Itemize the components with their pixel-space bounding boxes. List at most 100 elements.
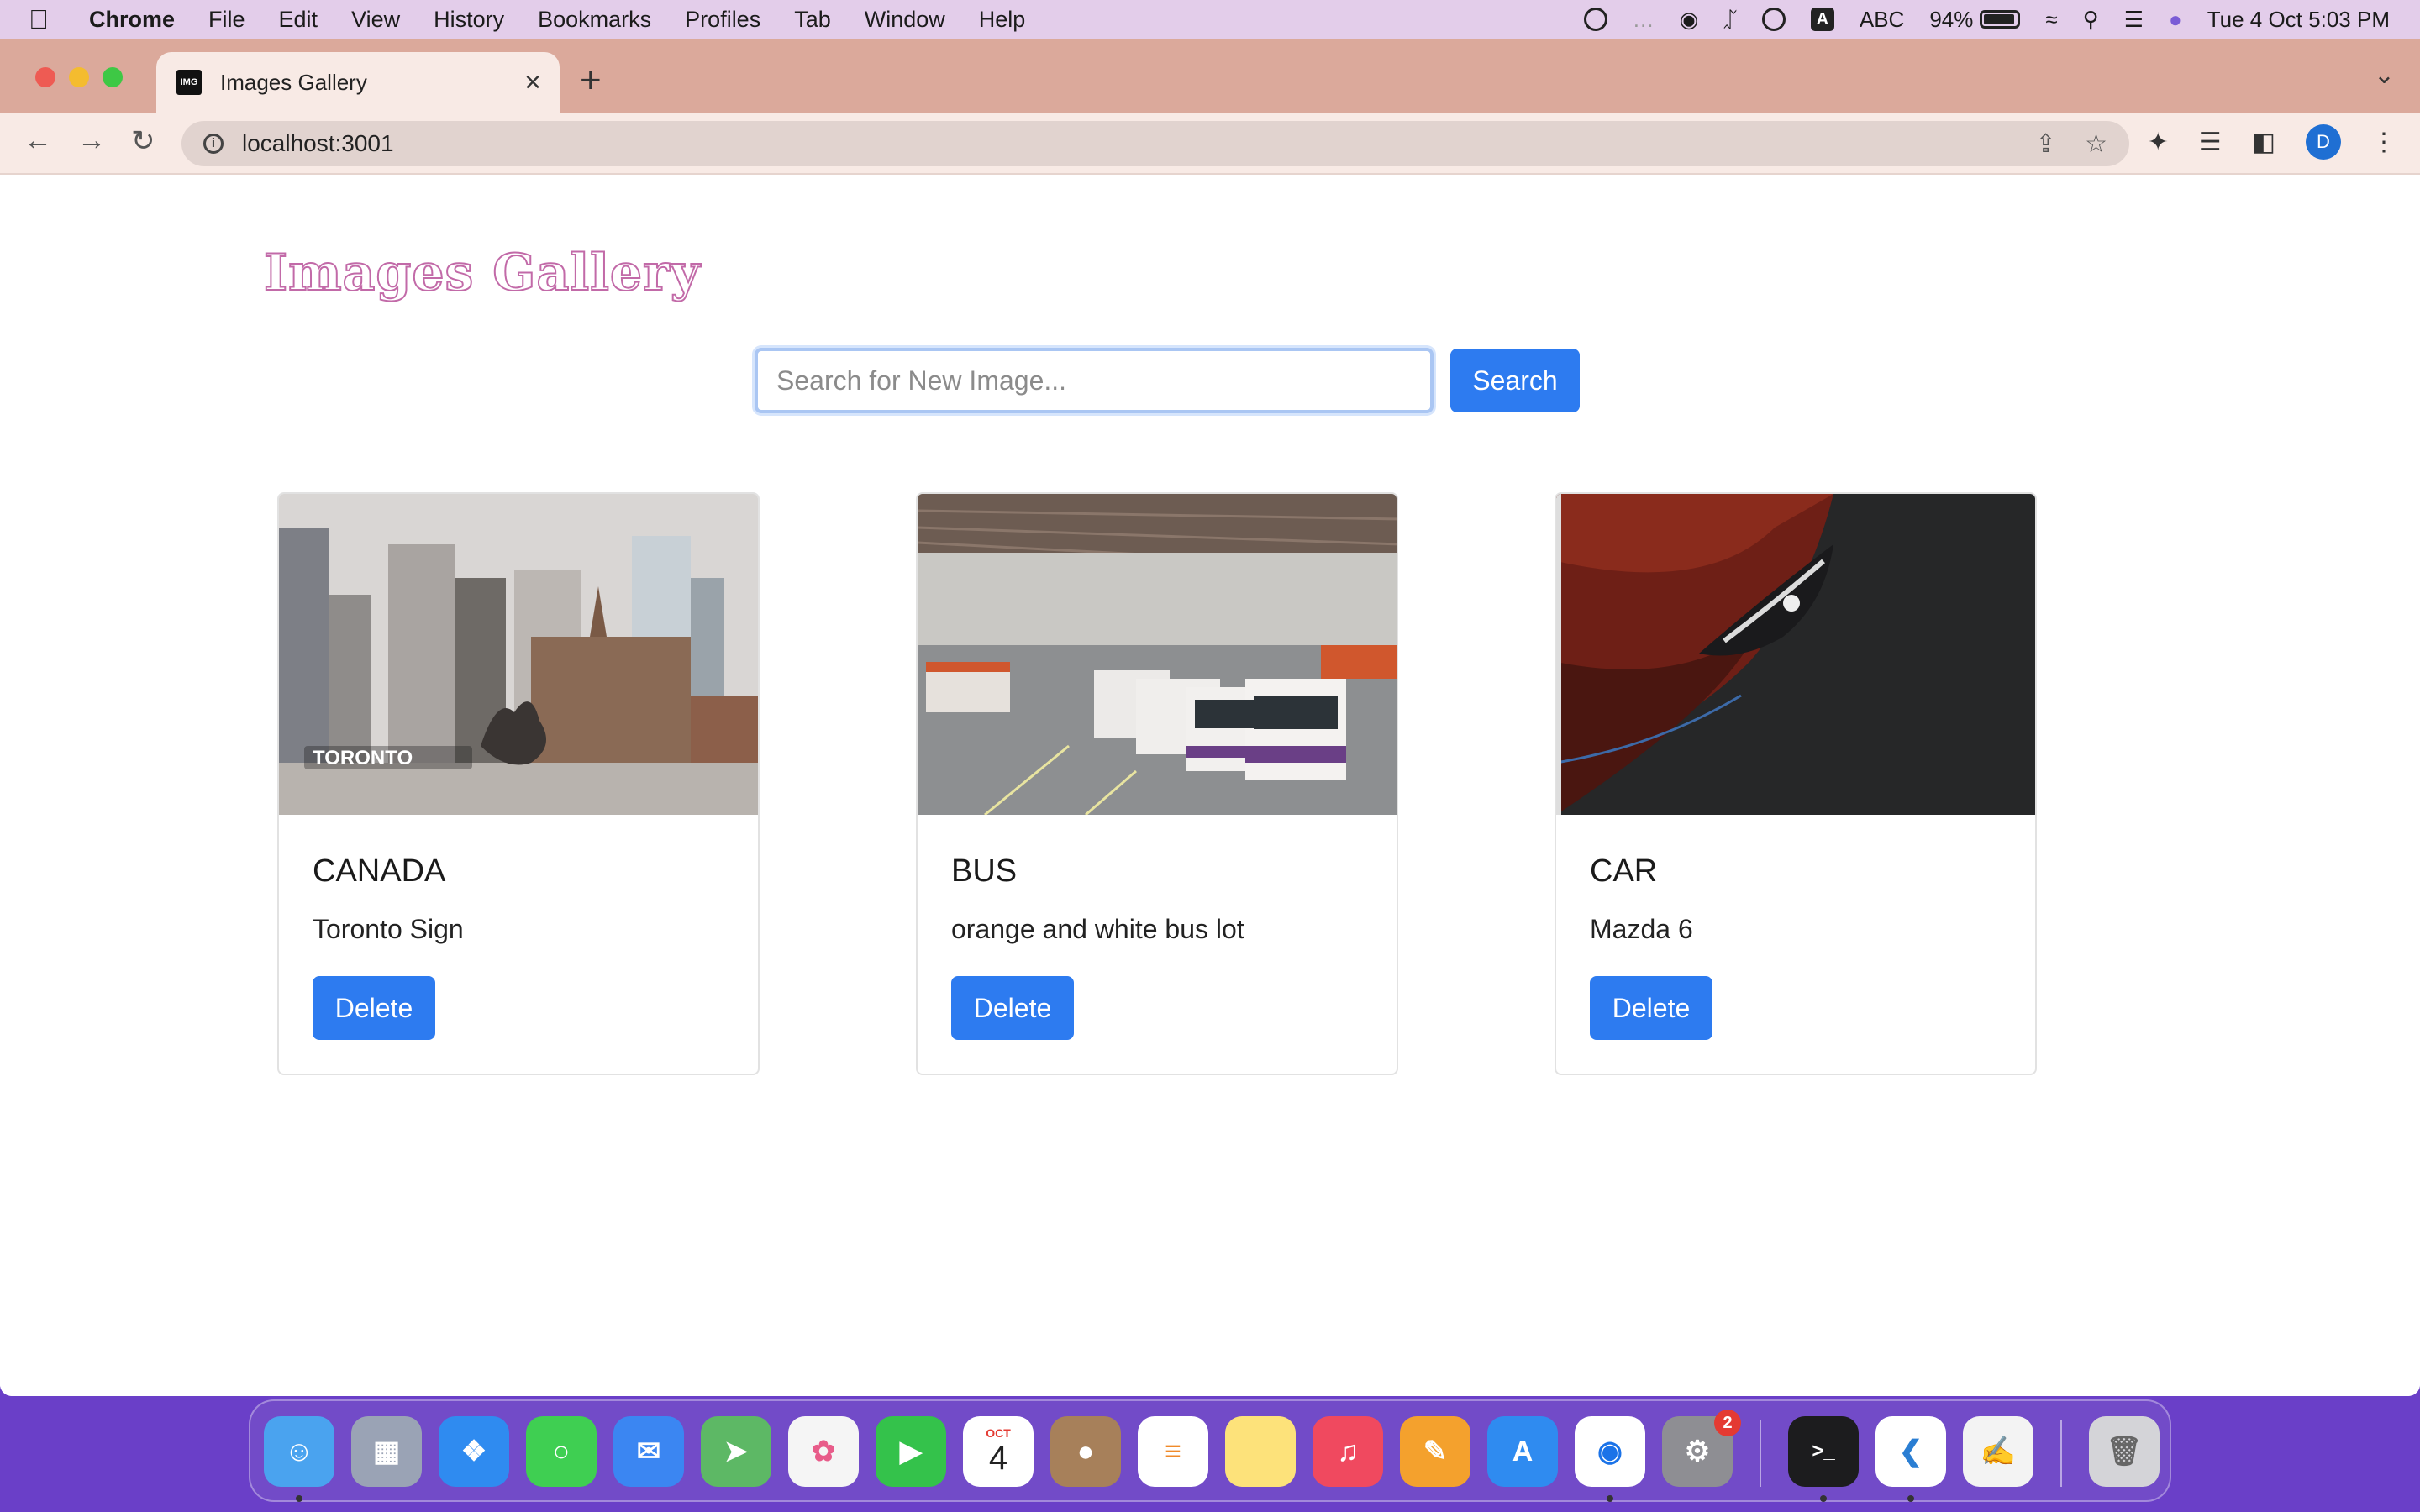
- close-window-button[interactable]: [35, 67, 55, 87]
- menu-file[interactable]: File: [208, 7, 245, 33]
- menu-view[interactable]: View: [351, 7, 400, 33]
- facetime-icon[interactable]: ▶: [876, 1416, 946, 1487]
- screen-sharing-icon[interactable]: …: [1633, 7, 1655, 33]
- bluetooth-icon[interactable]: ᛢ: [1723, 7, 1737, 33]
- spotlight-search-icon[interactable]: ⚲: [2083, 7, 2099, 33]
- page-content: Images Gallery Search for New Image... S…: [0, 175, 2420, 1396]
- calendar-month: OCT: [986, 1425, 1011, 1440]
- safari-icon[interactable]: ❖: [439, 1416, 509, 1487]
- delete-button[interactable]: Delete: [313, 976, 435, 1040]
- address-bar[interactable]: i localhost:3001 ⇪ ☆: [182, 121, 2129, 166]
- omnibox-actions: ⇪ ☆: [2035, 129, 2107, 159]
- card-title: BUS: [951, 853, 1018, 889]
- card-image-bus: [918, 494, 1397, 815]
- favicon-icon: IMG: [176, 70, 202, 95]
- search-form: Search: [755, 348, 1580, 413]
- address-url[interactable]: localhost:3001: [242, 130, 394, 157]
- photos-icon[interactable]: ✿: [788, 1416, 859, 1487]
- delete-button[interactable]: Delete: [951, 976, 1074, 1040]
- battery-fill: [1984, 14, 2014, 24]
- apple-menu-icon[interactable]: : [29, 4, 62, 35]
- vscode-icon[interactable]: ❮: [1876, 1416, 1946, 1487]
- reload-icon[interactable]: ↻: [131, 124, 155, 158]
- airdrop-icon[interactable]: ◉: [1680, 7, 1699, 33]
- music-icon[interactable]: ♫: [1313, 1416, 1383, 1487]
- control-center-icon[interactable]: ☰: [2124, 7, 2144, 33]
- back-icon[interactable]: ←: [24, 124, 52, 157]
- site-info-icon[interactable]: i: [203, 134, 224, 154]
- tab-images-gallery[interactable]: IMG Images Gallery ×: [156, 52, 560, 113]
- site-logo[interactable]: Images Gallery: [263, 243, 701, 303]
- clock[interactable]: Tue 4 Oct 5:03 PM: [2207, 7, 2390, 33]
- search-input[interactable]: [755, 348, 1434, 413]
- bus-photo: [918, 494, 1397, 815]
- calendar-icon[interactable]: OCT 4: [963, 1416, 1034, 1487]
- user-account-icon[interactable]: [1761, 8, 1786, 31]
- toronto-photo: TORONTO: [279, 494, 758, 815]
- input-source-icon[interactable]: A: [1810, 8, 1834, 31]
- delete-button[interactable]: Delete: [1590, 976, 1712, 1040]
- search-button[interactable]: Search: [1450, 349, 1580, 412]
- terminal-running-indicator: [1820, 1495, 1827, 1502]
- launchpad-icon[interactable]: ▦: [351, 1416, 422, 1487]
- battery-icon: [1980, 10, 2021, 29]
- chrome-icon[interactable]: ◉: [1575, 1416, 1645, 1487]
- notification-badge: 2: [1714, 1410, 1741, 1436]
- profile-avatar[interactable]: D: [2306, 124, 2341, 160]
- menu-edit[interactable]: Edit: [279, 7, 318, 33]
- menu-profiles[interactable]: Profiles: [685, 7, 760, 33]
- vscode-running-indicator: [1907, 1495, 1914, 1502]
- contacts-icon[interactable]: ●: [1050, 1416, 1121, 1487]
- menu-app-name[interactable]: Chrome: [89, 7, 175, 33]
- menu-tab[interactable]: Tab: [794, 7, 831, 33]
- app-store-icon[interactable]: A: [1487, 1416, 1558, 1487]
- new-tab-button[interactable]: +: [580, 60, 602, 101]
- pages-icon[interactable]: ✎: [1400, 1416, 1470, 1487]
- terminal-icon[interactable]: >_: [1788, 1416, 1859, 1487]
- maps-icon[interactable]: ➤: [701, 1416, 771, 1487]
- battery-status[interactable]: 94%: [1929, 6, 2021, 33]
- media-control-icon[interactable]: [1583, 8, 1607, 31]
- image-card-bus: BUS orange and white bus lot Delete: [916, 492, 1398, 1075]
- menu-bar:  Chrome File Edit View History Bookmark…: [0, 0, 2420, 39]
- side-panel-icon[interactable]: ◧: [2252, 128, 2275, 157]
- image-card-car: CAR Mazda 6 Delete: [1555, 492, 2037, 1075]
- tab-close-icon[interactable]: ×: [524, 66, 541, 99]
- reminders-icon[interactable]: ≡: [1138, 1416, 1208, 1487]
- messages-icon[interactable]: ○: [526, 1416, 597, 1487]
- mail-icon[interactable]: ✉: [613, 1416, 684, 1487]
- extensions-puzzle-icon[interactable]: ✦: [2148, 128, 2169, 157]
- reading-list-icon[interactable]: ☰: [2199, 128, 2222, 157]
- card-image-toronto: TORONTO: [279, 494, 758, 815]
- minimize-window-button[interactable]: [69, 67, 89, 87]
- battery-percent: 94%: [1929, 6, 1974, 32]
- input-source-label[interactable]: ABC: [1860, 7, 1904, 33]
- menu-help[interactable]: Help: [979, 7, 1026, 33]
- finder-running-indicator: [296, 1495, 302, 1502]
- card-description: Toronto Sign: [313, 914, 464, 944]
- siri-icon[interactable]: ●: [2169, 7, 2182, 33]
- system-settings-icon[interactable]: ⚙ 2: [1662, 1410, 1741, 1487]
- share-icon[interactable]: ⇪: [2035, 129, 2056, 159]
- car-photo: [1556, 494, 2035, 815]
- menu-history[interactable]: History: [434, 7, 504, 33]
- trash-icon[interactable]: 🗑: [2089, 1416, 2160, 1487]
- more-menu-icon[interactable]: ⋮: [2371, 128, 2396, 157]
- dock: ☺ ▦ ❖ ○ ✉ ➤ ✿ ▶ OCT 4 ● ≡ ♫ ✎ A ◉ ⚙ 2 >_…: [249, 1399, 2171, 1502]
- card-description: Mazda 6: [1590, 914, 1693, 944]
- forward-icon[interactable]: →: [77, 124, 106, 157]
- image-card-canada: TORONTO CANADA Toronto Sign Delete: [277, 492, 760, 1075]
- zoom-window-button[interactable]: [103, 67, 123, 87]
- notes-icon[interactable]: [1225, 1416, 1296, 1487]
- textedit-icon[interactable]: ✍: [1963, 1416, 2033, 1487]
- browser-window: IMG Images Gallery × + ⌄ ← → ↻ i localho…: [0, 39, 2420, 1396]
- wifi-icon[interactable]: ≈: [2045, 7, 2057, 33]
- dock-separator: [1760, 1420, 1761, 1487]
- menu-bookmarks[interactable]: Bookmarks: [538, 7, 651, 33]
- tab-search-chevron-icon[interactable]: ⌄: [2374, 60, 2395, 90]
- tab-title: Images Gallery: [220, 69, 367, 95]
- menu-window[interactable]: Window: [865, 7, 945, 33]
- finder-icon[interactable]: ☺: [264, 1416, 334, 1487]
- card-description: orange and white bus lot: [951, 914, 1244, 944]
- bookmark-star-icon[interactable]: ☆: [2085, 129, 2107, 159]
